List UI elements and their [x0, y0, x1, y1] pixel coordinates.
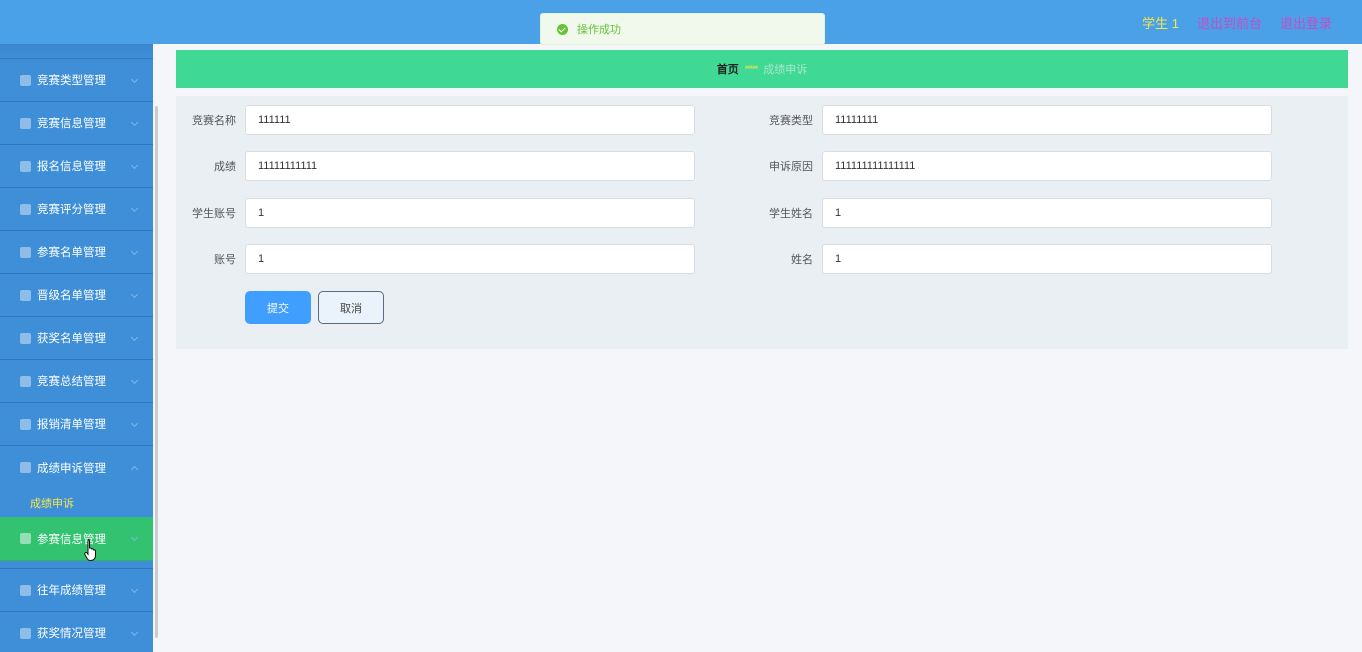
- main-content: 首页 ***** 成绩申诉 竞赛名称 竞赛类型 成绩 申诉原因 学生账号 学生姓…: [176, 50, 1348, 349]
- grid-icon: [20, 418, 31, 430]
- field-appeal-reason: 申诉原因: [762, 151, 1272, 181]
- field-account: 账号: [185, 244, 695, 274]
- list-icon: [20, 74, 31, 86]
- field-label: 申诉原因: [769, 161, 813, 173]
- chevron-down-icon: [130, 204, 139, 213]
- sidebar-item-award-list[interactable]: 获奖名单管理: [0, 317, 153, 360]
- sidebar-item-registration-info[interactable]: 报名信息管理: [0, 145, 153, 188]
- compass-icon: [20, 203, 31, 215]
- chevron-down-icon: [130, 533, 139, 542]
- sidebar-item-label: 参赛名单管理: [37, 247, 106, 259]
- sliders-icon: [20, 160, 31, 172]
- crop-icon: [20, 584, 31, 596]
- sidebar-item-label: 竞赛评分管理: [37, 204, 106, 216]
- submenu-item-grade-appeal[interactable]: 成绩申诉: [0, 489, 153, 517]
- breadcrumb-separator: *****: [744, 64, 758, 74]
- breadcrumb-current: 成绩申诉: [763, 64, 808, 76]
- calendar-icon: [20, 117, 31, 129]
- card-icon: [20, 332, 31, 344]
- account-input[interactable]: [245, 244, 695, 274]
- chevron-down-icon: [130, 376, 139, 385]
- chevron-down-icon: [130, 161, 139, 170]
- field-label: 竞赛名称: [192, 115, 236, 127]
- balloon-icon: [20, 462, 31, 473]
- bar-chart-icon: [20, 289, 31, 301]
- field-label: 竞赛类型: [769, 115, 813, 127]
- sidebar-item-promotion-list[interactable]: 晋级名单管理: [0, 274, 153, 317]
- field-label: 成绩: [214, 161, 236, 173]
- current-user: 学生 1: [1142, 16, 1179, 31]
- field-label: 学生账号: [192, 208, 236, 220]
- toast-message: 操作成功: [577, 24, 621, 36]
- logout-link[interactable]: 退出登录: [1280, 13, 1332, 32]
- sidebar-item-label: 报销清单管理: [37, 419, 106, 431]
- success-check-icon: [557, 23, 568, 35]
- sidebar-divider: [0, 561, 153, 569]
- submit-button[interactable]: 提交: [245, 291, 311, 324]
- field-label: 姓名: [791, 254, 813, 266]
- sidebar-item-reimbursement[interactable]: 报销清单管理: [0, 403, 153, 446]
- competition-name-input[interactable]: [245, 105, 695, 135]
- chevron-down-icon: [130, 333, 139, 342]
- field-label: 账号: [214, 254, 236, 266]
- chevron-down-icon: [130, 585, 139, 594]
- sidebar: 竞赛类型管理 竞赛信息管理 报名信息管理 竞赛评分管理 参赛名单管理 晋级名单管…: [0, 44, 153, 652]
- student-account-input[interactable]: [245, 198, 695, 228]
- check-square-icon: [20, 533, 31, 544]
- breadcrumb-home[interactable]: 首页: [717, 61, 739, 77]
- field-name: 姓名: [762, 244, 1272, 274]
- field-student-account: 学生账号: [185, 198, 695, 228]
- field-competition-type: 竞赛类型: [762, 105, 1272, 135]
- sidebar-item-past-grades[interactable]: 往年成绩管理: [0, 569, 153, 612]
- power-icon: [20, 375, 31, 387]
- name-input[interactable]: [822, 244, 1272, 274]
- chevron-down-icon: [130, 419, 139, 428]
- exit-to-front-link[interactable]: 退出到前台: [1197, 13, 1262, 32]
- sidebar-item-label: 竞赛类型管理: [37, 75, 106, 87]
- sidebar-item-label: 晋级名单管理: [37, 290, 106, 302]
- sidebar-item-label: 报名信息管理: [37, 161, 106, 173]
- sidebar-item-label: 成绩申诉管理: [37, 462, 106, 475]
- field-label: 学生姓名: [769, 208, 813, 220]
- sidebar-item-label: 竞赛总结管理: [37, 376, 106, 388]
- appeal-form: 竞赛名称 竞赛类型 成绩 申诉原因 学生账号 学生姓名 账号 姓名: [176, 96, 1348, 349]
- sidebar-item-participant-list[interactable]: 参赛名单管理: [0, 231, 153, 274]
- chevron-down-icon: [130, 290, 139, 299]
- flag-icon: [20, 627, 31, 639]
- sidebar-item-award-status[interactable]: 获奖情况管理: [0, 612, 153, 652]
- sidebar-item-scoring[interactable]: 竞赛评分管理: [0, 188, 153, 231]
- hand-cursor-icon: [84, 539, 96, 561]
- sidebar-item-participation-info[interactable]: 参赛信息管理: [0, 517, 153, 561]
- top-links: 学生 1 退出到前台 退出登录: [1142, 13, 1332, 32]
- sidebar-scrollbar[interactable]: [155, 106, 158, 638]
- sidebar-item-label: 往年成绩管理: [37, 585, 106, 597]
- field-student-name: 学生姓名: [762, 198, 1272, 228]
- sidebar-top-shade: [0, 44, 153, 59]
- success-toast: 操作成功: [540, 13, 825, 45]
- chevron-down-icon: [130, 118, 139, 127]
- sidebar-item-label: 获奖名单管理: [37, 333, 106, 345]
- briefcase-icon: [20, 246, 31, 258]
- sidebar-item-competition-type[interactable]: 竞赛类型管理: [0, 59, 153, 102]
- sidebar-item-label: 获奖情况管理: [37, 628, 106, 640]
- grade-input[interactable]: [245, 151, 695, 181]
- chevron-down-icon: [130, 628, 139, 637]
- appeal-reason-input[interactable]: [822, 151, 1272, 181]
- breadcrumb: 首页 ***** 成绩申诉: [176, 50, 1348, 88]
- sidebar-item-grade-appeal[interactable]: 成绩申诉管理: [0, 446, 153, 489]
- chevron-down-icon: [130, 247, 139, 256]
- field-competition-name: 竞赛名称: [185, 105, 695, 135]
- sidebar-item-label: 竞赛信息管理: [37, 118, 106, 130]
- competition-type-input[interactable]: [822, 105, 1272, 135]
- cancel-button[interactable]: 取消: [318, 291, 384, 324]
- sidebar-item-competition-info[interactable]: 竞赛信息管理: [0, 102, 153, 145]
- sidebar-item-summary[interactable]: 竞赛总结管理: [0, 360, 153, 403]
- field-grade: 成绩: [185, 151, 695, 181]
- chevron-up-icon: [130, 465, 139, 474]
- student-name-input[interactable]: [822, 198, 1272, 228]
- chevron-down-icon: [130, 75, 139, 84]
